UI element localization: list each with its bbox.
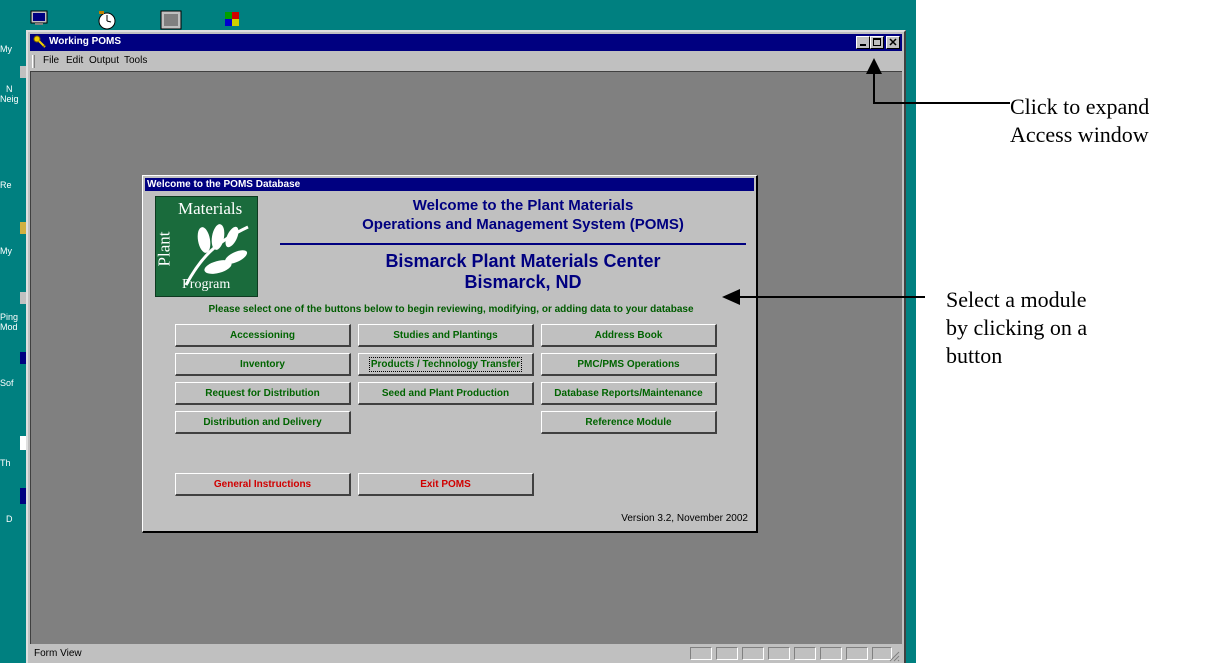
module-callout-arrowhead bbox=[722, 289, 740, 305]
annotation-select-line1: Select a module bbox=[946, 287, 1087, 312]
annotation-expand: Click to expand Access window bbox=[1010, 93, 1149, 149]
expand-callout-line bbox=[873, 74, 1010, 104]
annotation-select-line2: by clicking on a bbox=[946, 315, 1088, 340]
expand-callout-arrowhead bbox=[866, 58, 882, 74]
annotation-select-line3: button bbox=[946, 343, 1003, 368]
annotation-expand-line1: Click to expand bbox=[1010, 94, 1150, 119]
annotation-select: Select a module by clicking on a button bbox=[946, 286, 1087, 370]
annotation-expand-line2: Access window bbox=[1010, 122, 1149, 147]
